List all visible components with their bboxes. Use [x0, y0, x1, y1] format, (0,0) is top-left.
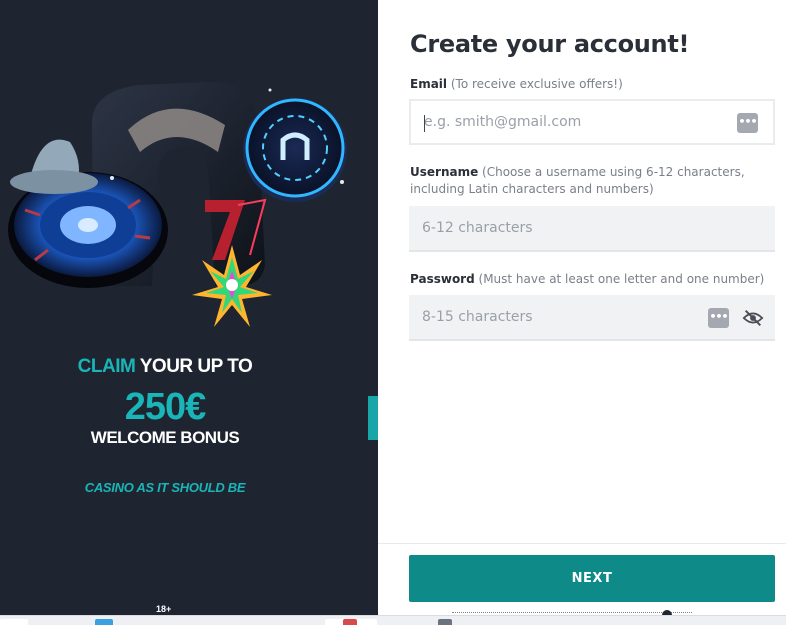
promo-claim-word: CLAIM [77, 356, 136, 377]
taskbar-app-icon[interactable] [438, 619, 452, 625]
password-label-hint: (Must have at least one letter and one n… [474, 272, 765, 286]
promo-bonus-label: WELCOME BONUS [90, 428, 240, 447]
promo-headline: CLAIM YOUR UP TO [0, 356, 330, 378]
password-manager-icon[interactable]: ••• [708, 308, 729, 328]
promo-tagline: CASINO AS IT SHOULD BE [84, 480, 246, 495]
panel-edge-tab [368, 396, 378, 440]
email-label-text: Email [410, 77, 448, 91]
password-label: Password (Must have at least one letter … [410, 271, 774, 288]
email-label: Email (To receive exclusive offers!) [410, 76, 774, 93]
username-label-text: Username [410, 165, 479, 179]
form-title: Create your account! [410, 30, 690, 58]
password-field-wrapper: ••• [409, 295, 775, 341]
promo-bonus-amount: 250€ [124, 386, 207, 428]
username-input[interactable] [422, 206, 712, 250]
bottom-taskbar-strip [0, 615, 786, 625]
promo-claim-rest: YOUR UP TO [135, 356, 253, 377]
username-field-wrapper [409, 206, 775, 252]
email-input[interactable] [424, 101, 714, 143]
footer-divider [378, 543, 786, 544]
username-label: Username (Choose a username using 6-12 c… [410, 164, 774, 198]
text-caret [424, 115, 425, 132]
casino-hero-illustration [8, 82, 347, 327]
taskbar-app-icon[interactable] [95, 619, 113, 625]
taskbar-item[interactable] [0, 619, 28, 625]
registration-form: Create your account! Email (To receive e… [378, 0, 786, 620]
password-input[interactable] [422, 295, 712, 339]
promo-panel: CLAIM YOUR UP TO 250€ WELCOME BONUS CASI… [0, 0, 378, 615]
email-field-wrapper: ••• [409, 99, 775, 145]
password-manager-icon[interactable]: ••• [737, 113, 758, 133]
password-label-text: Password [410, 272, 475, 286]
eye-slash-icon[interactable] [742, 308, 764, 328]
age-restriction-badge: 18+ [156, 604, 172, 614]
next-button[interactable]: NEXT [409, 555, 775, 602]
email-label-hint: (To receive exclusive offers!) [447, 77, 623, 91]
taskbar-app-icon[interactable] [343, 619, 357, 625]
